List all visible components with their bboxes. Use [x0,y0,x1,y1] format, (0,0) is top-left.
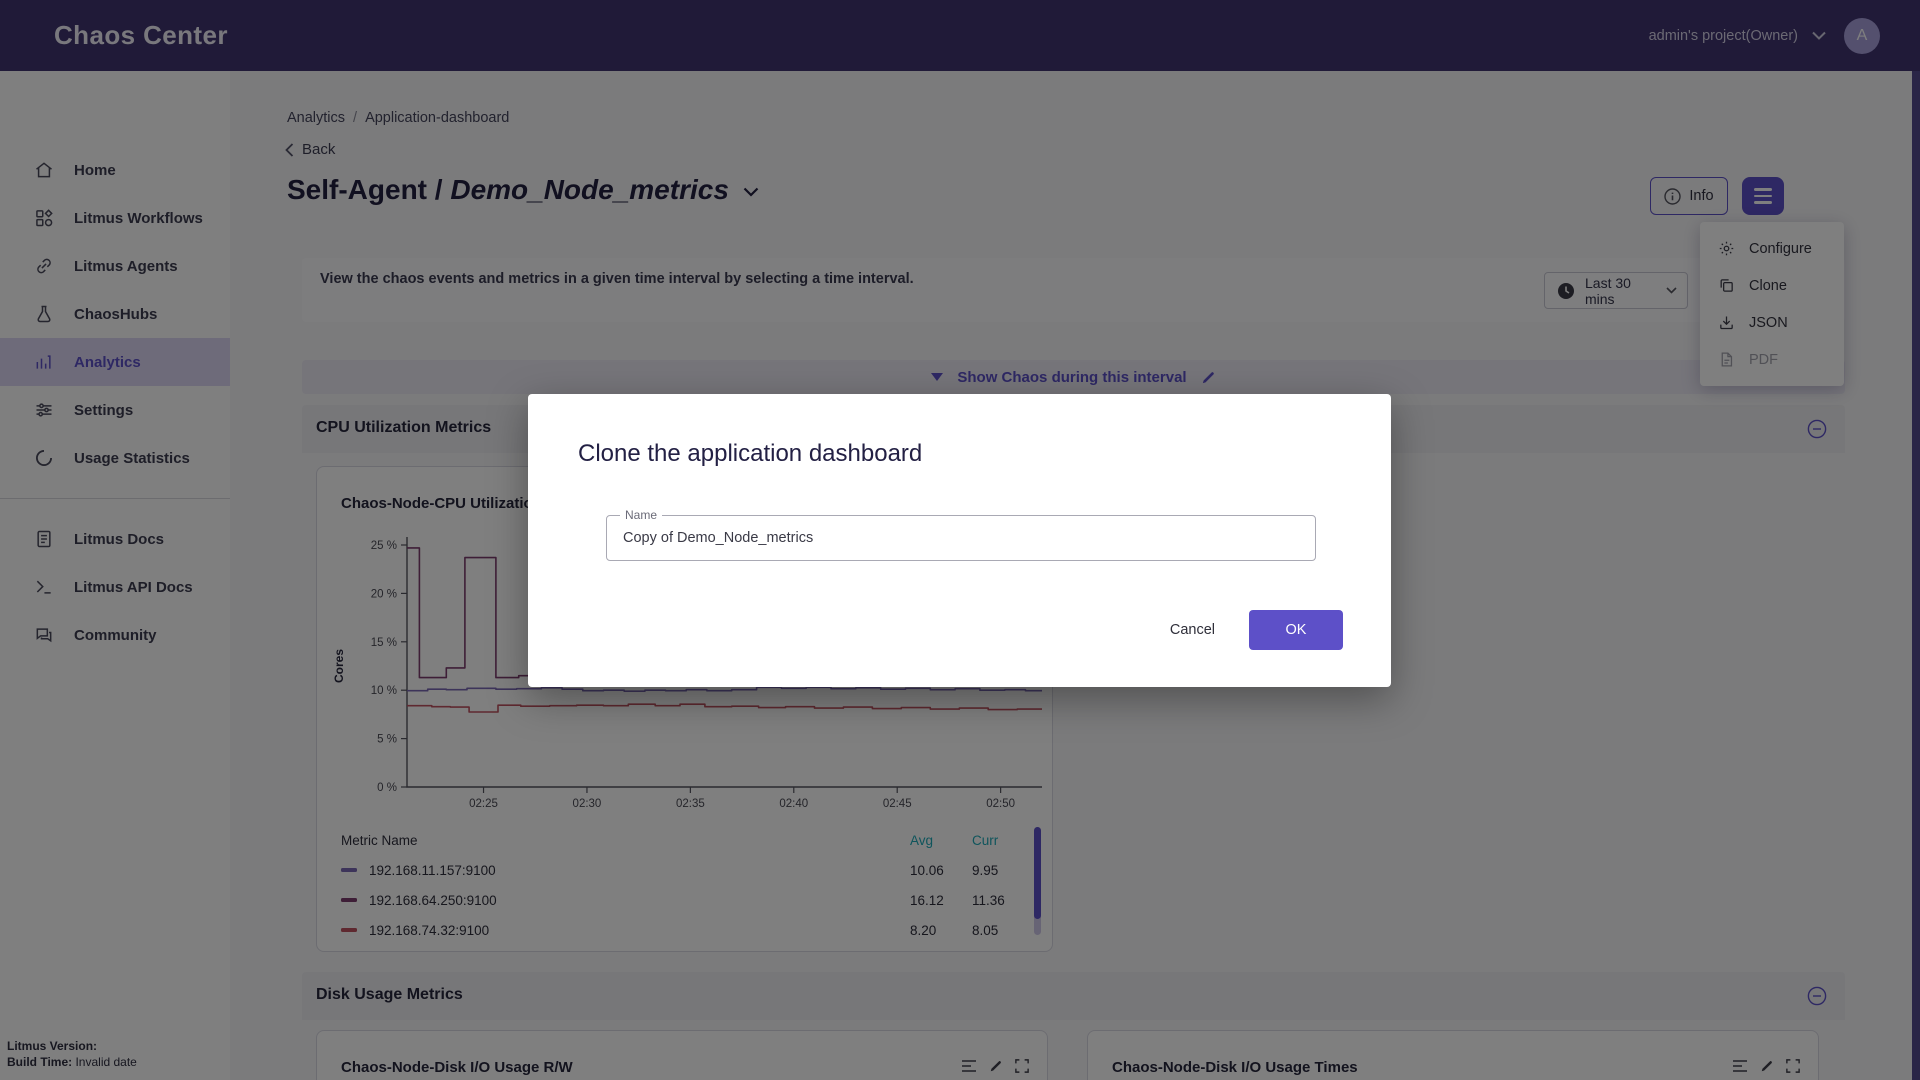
name-field-label: Name [620,508,662,522]
cancel-button[interactable]: Cancel [1170,622,1215,638]
ok-button[interactable]: OK [1249,610,1343,650]
modal-title: Clone the application dashboard [578,440,922,468]
name-field: Name [606,515,1316,561]
clone-dashboard-modal: Clone the application dashboard Name Can… [528,394,1391,687]
name-input[interactable] [607,516,1315,560]
